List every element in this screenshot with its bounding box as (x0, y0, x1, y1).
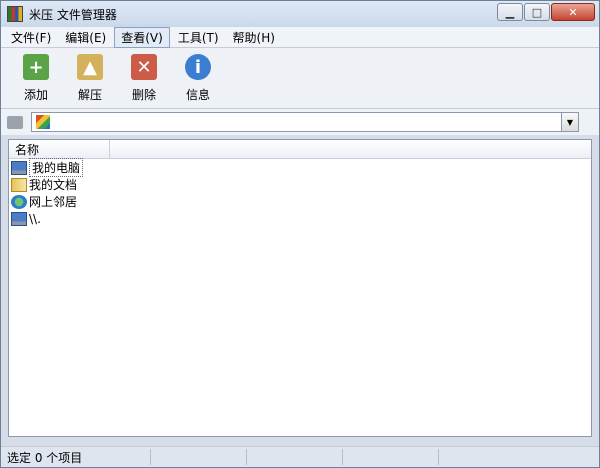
menu-help[interactable]: 帮助(H) (227, 28, 281, 47)
add-button[interactable]: + 添加 (9, 48, 63, 108)
address-bar: ▼ (1, 109, 599, 135)
column-name[interactable]: 名称 (9, 140, 110, 158)
app-window: 米压 文件管理器 ▁ □ ✕ 文件(F) 编辑(E) 查看(V) 工具(T) 帮… (0, 0, 600, 468)
folder-up-icon[interactable] (7, 115, 23, 129)
list-item-label: \\. (29, 211, 41, 226)
list-item-root[interactable]: \\. (9, 210, 591, 227)
window-controls: ▁ □ ✕ (496, 3, 595, 21)
info-label: 信息 (185, 88, 210, 102)
list-header: 名称 (9, 140, 591, 159)
list-item-label: 网上邻居 (29, 195, 78, 209)
info-icon: i (185, 54, 211, 80)
toolbar: + 添加 ▲ 解压 ✕ 删除 i 信息 (1, 48, 599, 109)
list-item-network[interactable]: 网上邻居 (9, 193, 591, 210)
status-segment-4 (343, 449, 439, 465)
file-list[interactable]: 名称 我的电脑 我的文档 网上邻居 \\. (8, 139, 592, 437)
address-combobox[interactable]: ▼ (31, 112, 579, 132)
plus-icon: + (23, 54, 49, 80)
minimize-button[interactable]: ▁ (497, 3, 523, 21)
network-icon (11, 194, 27, 209)
list-item-my-documents[interactable]: 我的文档 (9, 176, 591, 193)
chevron-down-icon[interactable]: ▼ (561, 113, 578, 131)
status-segment-3 (247, 449, 343, 465)
maximize-button[interactable]: □ (524, 3, 550, 21)
delete-label: 删除 (131, 88, 156, 102)
menu-edit[interactable]: 编辑(E) (59, 28, 112, 47)
info-button[interactable]: i 信息 (171, 48, 225, 108)
extract-label: 解压 (77, 88, 102, 102)
add-label: 添加 (23, 88, 48, 102)
extract-button[interactable]: ▲ 解压 (63, 48, 117, 108)
close-button[interactable]: ✕ (551, 3, 595, 21)
status-bar: 选定 0 个项目 (1, 446, 599, 467)
extract-arrow-icon: ▲ (77, 54, 103, 80)
menu-bar: 文件(F) 编辑(E) 查看(V) 工具(T) 帮助(H) (1, 26, 599, 48)
list-item-label: 我的文档 (29, 178, 78, 192)
computer-icon (11, 160, 27, 175)
menu-file[interactable]: 文件(F) (5, 28, 57, 47)
status-segment-2 (151, 449, 247, 465)
list-item-label: 我的电脑 (29, 158, 84, 177)
menu-tools[interactable]: 工具(T) (172, 28, 225, 47)
desktop-icon (36, 115, 50, 129)
app-icon (7, 6, 23, 22)
delete-button[interactable]: ✕ 删除 (117, 48, 171, 108)
computer-icon (11, 211, 27, 226)
title-bar: 米压 文件管理器 ▁ □ ✕ (1, 1, 599, 27)
status-text: 选定 0 个项目 (1, 449, 151, 465)
menu-view[interactable]: 查看(V) (114, 26, 170, 48)
documents-folder-icon (11, 177, 27, 192)
delete-x-icon: ✕ (131, 54, 157, 80)
list-item-my-computer[interactable]: 我的电脑 (9, 158, 591, 177)
window-title: 米压 文件管理器 (29, 7, 117, 22)
